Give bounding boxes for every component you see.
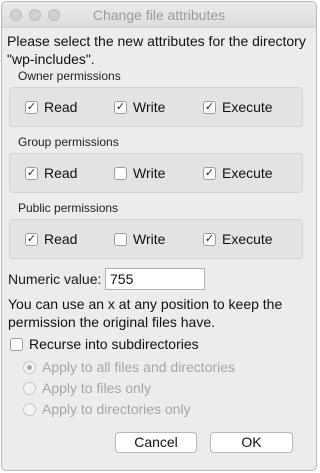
- checkbox-label: Read: [44, 99, 78, 115]
- checkbox-label: Execute: [222, 99, 273, 115]
- group-permissions-label: Group permissions: [18, 135, 119, 149]
- checkbox-label: Write: [133, 231, 166, 247]
- numeric-value-label: Numeric value:: [8, 271, 102, 287]
- radio-label: Apply to files only: [42, 380, 151, 396]
- owner-execute-checkbox[interactable]: ✓ Execute: [203, 99, 273, 115]
- group-read-checkbox[interactable]: ✓ Read: [25, 165, 77, 181]
- checkbox-label: Execute: [222, 165, 273, 181]
- titlebar: Change file attributes: [2, 2, 316, 28]
- checkbox-label: Write: [133, 99, 166, 115]
- intro-text: Please select the new attributes for the…: [7, 33, 306, 67]
- checkbox-label: Recurse into subdirectories: [29, 336, 199, 352]
- radio-dot: [23, 381, 36, 395]
- checkbox-label: Read: [44, 231, 78, 247]
- apply-directories-only-radio[interactable]: Apply to directories only: [23, 401, 191, 417]
- cancel-button[interactable]: Cancel: [115, 432, 197, 453]
- public-permissions-label: Public permissions: [18, 201, 119, 215]
- radio-dot: [23, 402, 36, 416]
- public-read-checkbox[interactable]: ✓ Read: [25, 231, 77, 247]
- checkmark-icon: ✓: [26, 166, 37, 179]
- checkbox-box: [114, 166, 127, 180]
- owner-write-checkbox[interactable]: ✓ Write: [114, 99, 165, 115]
- checkbox-box: ✓: [203, 166, 216, 180]
- owner-read-checkbox[interactable]: ✓ Read: [25, 99, 77, 115]
- radio-label: Apply to all files and directories: [42, 359, 235, 375]
- checkbox-box: ✓: [114, 100, 127, 114]
- window-title: Change file attributes: [92, 7, 226, 23]
- ok-button[interactable]: OK: [210, 432, 293, 453]
- checkbox-label: Execute: [222, 231, 273, 247]
- owner-permissions-label: Owner permissions: [18, 69, 121, 83]
- checkbox-label: Read: [44, 165, 78, 181]
- checkmark-icon: ✓: [204, 100, 215, 113]
- checkmark-icon: ✓: [204, 166, 215, 179]
- checkmark-icon: ✓: [26, 100, 37, 113]
- hint-text: You can use an x at any position to keep…: [8, 296, 283, 330]
- group-execute-checkbox[interactable]: ✓ Execute: [203, 165, 273, 181]
- radio-dot: [23, 360, 36, 374]
- apply-files-only-radio[interactable]: Apply to files only: [23, 380, 151, 396]
- checkbox-box: [10, 337, 23, 351]
- numeric-value-input[interactable]: [105, 268, 205, 290]
- checkbox-label: Write: [133, 165, 166, 181]
- checkbox-box: [114, 232, 127, 246]
- checkmark-icon: ✓: [204, 232, 215, 245]
- group-write-checkbox[interactable]: Write: [114, 165, 165, 181]
- checkmark-icon: ✓: [115, 100, 126, 113]
- checkmark-icon: ✓: [26, 232, 37, 245]
- apply-all-radio[interactable]: Apply to all files and directories: [23, 359, 235, 375]
- checkbox-box: ✓: [203, 232, 216, 246]
- change-file-attributes-dialog: Change file attributes Please select the…: [1, 1, 317, 471]
- radio-label: Apply to directories only: [42, 401, 191, 417]
- checkbox-box: ✓: [203, 100, 216, 114]
- recurse-subdirectories-checkbox[interactable]: Recurse into subdirectories: [10, 336, 199, 352]
- checkbox-box: ✓: [25, 166, 38, 180]
- checkbox-box: ✓: [25, 232, 38, 246]
- public-execute-checkbox[interactable]: ✓ Execute: [203, 231, 273, 247]
- public-write-checkbox[interactable]: Write: [114, 231, 165, 247]
- checkbox-box: ✓: [25, 100, 38, 114]
